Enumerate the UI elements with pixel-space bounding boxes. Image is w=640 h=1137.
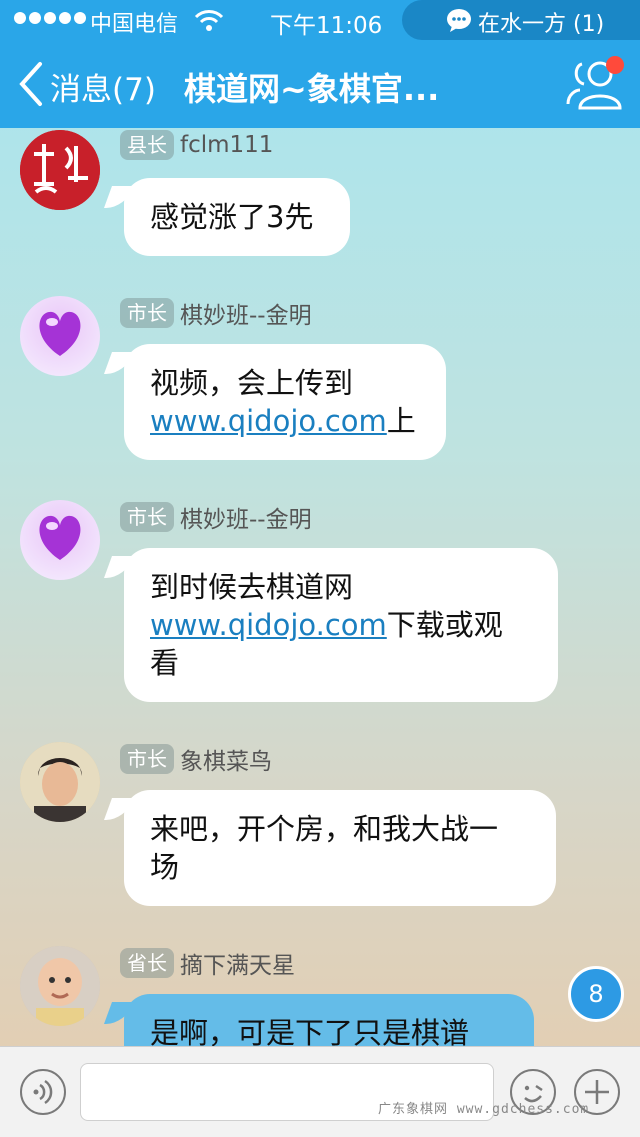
avatar[interactable] bbox=[20, 130, 100, 210]
carrier-label: 中国电信 bbox=[90, 12, 179, 37]
message-text: 来吧，开个房，和我大战一 bbox=[150, 812, 499, 846]
avatar[interactable] bbox=[20, 296, 100, 376]
nav-bar: 消息(7) 棋道网~象棋官... bbox=[0, 40, 640, 128]
message-bubble[interactable]: 视频，会上传到 www.qidojo.com上 bbox=[124, 344, 446, 460]
group-icon bbox=[562, 61, 628, 118]
new-indicator-dot bbox=[606, 56, 624, 74]
message-meta: 市长 象棋菜鸟 bbox=[120, 742, 272, 776]
message-text-tail: 上 bbox=[386, 404, 416, 438]
input-bar bbox=[0, 1046, 640, 1137]
message-text: www.qidojo.com下载或观 bbox=[150, 606, 532, 644]
sender-name[interactable]: 摘下满天星 bbox=[180, 946, 295, 980]
message-text: 场 bbox=[150, 850, 180, 884]
rank-badge: 省长 bbox=[120, 948, 174, 978]
chat-area[interactable]: 县长 fclm111 感觉涨了3先 市长 棋妙班--金明 视频，会上传到 www.q… bbox=[0, 128, 640, 1046]
back-label: 消息(7) bbox=[50, 72, 156, 108]
message-link[interactable]: www.qidojo.com bbox=[150, 404, 387, 438]
rank-badge: 市长 bbox=[120, 298, 174, 328]
message-text-tail: 下载或观 bbox=[386, 608, 503, 642]
page-title: 棋道网~象棋官... bbox=[184, 70, 440, 108]
back-button[interactable]: 消息(7) bbox=[16, 60, 186, 108]
message-bubble[interactable]: 感觉涨了3先 bbox=[124, 178, 350, 256]
sender-name[interactable]: 棋妙班--金明 bbox=[180, 500, 312, 534]
group-members-button[interactable] bbox=[562, 54, 628, 114]
voice-button[interactable] bbox=[20, 1069, 66, 1115]
notification-text: 在水一方 (1) bbox=[478, 12, 605, 37]
message-bubble[interactable]: 来吧，开个房，和我大战一 场 bbox=[124, 790, 556, 906]
avatar[interactable] bbox=[20, 946, 100, 1026]
message-meta: 省长 摘下满天星 bbox=[120, 946, 295, 980]
message-link[interactable]: www.qidojo.com bbox=[150, 608, 387, 642]
avatar[interactable] bbox=[20, 742, 100, 822]
avatar[interactable] bbox=[20, 500, 100, 580]
sender-name[interactable]: 象棋菜鸟 bbox=[180, 742, 272, 776]
message-text: 看 bbox=[150, 646, 180, 680]
status-bar: 中国电信 下午11:06 在水一方 (1) bbox=[0, 0, 640, 40]
unread-count-badge[interactable]: 8 bbox=[568, 966, 624, 1022]
rank-badge: 市长 bbox=[120, 502, 174, 532]
chevron-left-icon bbox=[16, 60, 44, 112]
chat-bubble-icon bbox=[446, 8, 472, 36]
message-meta: 市长 棋妙班--金明 bbox=[120, 296, 312, 330]
message-text: 感觉涨了3先 bbox=[150, 200, 314, 234]
watermark: 广东象棋网 www.gdchess.com bbox=[378, 1102, 590, 1117]
message-text: 到时候去棋道网 bbox=[150, 570, 354, 604]
signal-icon bbox=[14, 12, 86, 24]
wifi-icon bbox=[194, 8, 224, 36]
rank-badge: 市长 bbox=[120, 744, 174, 774]
voice-icon bbox=[22, 1079, 64, 1117]
message-text: 是啊，可是下了只是棋谱 bbox=[150, 1016, 470, 1046]
clock: 下午11:06 bbox=[270, 13, 383, 39]
message-text: 视频，会上传到 bbox=[150, 366, 354, 400]
rank-badge: 县长 bbox=[120, 130, 174, 160]
message-meta: 县长 fclm111 bbox=[120, 130, 273, 162]
message-bubble[interactable]: 是啊，可是下了只是棋谱 bbox=[124, 994, 534, 1046]
message-bubble[interactable]: 到时候去棋道网 www.qidojo.com下载或观 看 bbox=[124, 548, 558, 702]
message-meta: 市长 棋妙班--金明 bbox=[120, 500, 312, 534]
sender-name[interactable]: fclm111 bbox=[180, 132, 273, 158]
sender-name[interactable]: 棋妙班--金明 bbox=[180, 296, 312, 330]
message-text: www.qidojo.com上 bbox=[150, 402, 420, 440]
notification-pill[interactable]: 在水一方 (1) bbox=[402, 0, 640, 40]
